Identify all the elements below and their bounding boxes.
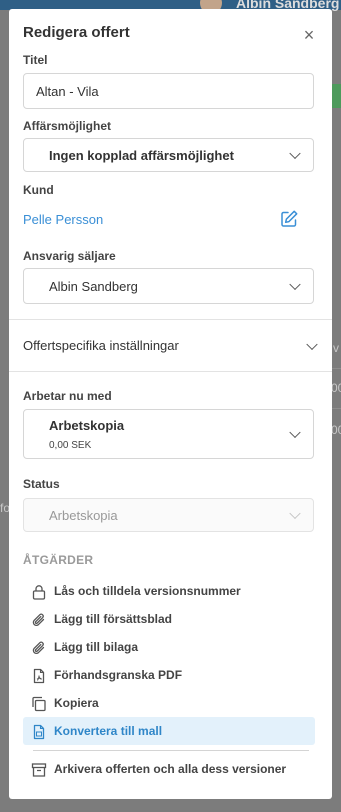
lock-version-action[interactable]: Lås och tilldela versionsnummer — [23, 577, 315, 605]
edit-icon[interactable] — [279, 209, 299, 229]
opportunity-label: Affärsmöjlighet — [23, 119, 112, 133]
section-divider — [9, 371, 332, 372]
seller-label: Ansvarig säljare — [23, 249, 116, 263]
actions-header: ÅTGÄRDER — [23, 553, 94, 567]
quote-settings-label: Offertspecifika inställningar — [23, 338, 179, 353]
background-fragment: 00 — [331, 381, 341, 395]
action-label: Förhandsgranska PDF — [54, 668, 183, 682]
status-label: Status — [23, 477, 60, 491]
status-select-value: Arbetskopia — [49, 508, 118, 523]
title-input[interactable]: Altan - Vila — [23, 73, 314, 109]
action-label: Konvertera till mall — [54, 724, 163, 738]
working-version-amount: 0,00 SEK — [49, 440, 92, 451]
background-green-button — [332, 84, 341, 108]
lock-icon — [32, 585, 46, 600]
paperclip-icon — [32, 613, 45, 627]
customer-link[interactable]: Pelle Persson — [23, 212, 103, 227]
background-fragment: 00 — [331, 423, 341, 437]
close-icon[interactable]: × — [299, 25, 319, 45]
convert-to-template-action[interactable]: Konvertera till mall — [23, 717, 315, 745]
quote-settings-toggle[interactable]: Offertspecifika inställningar — [23, 337, 318, 355]
customer-label: Kund — [23, 183, 54, 197]
copy-action[interactable]: Kopiera — [23, 689, 315, 717]
working-version-name: Arbetskopia — [49, 418, 125, 433]
working-version-select[interactable]: Arbetskopia 0,00 SEK — [23, 409, 314, 459]
chevron-down-icon — [289, 147, 301, 160]
action-label: Lås och tilldela versionsnummer — [54, 584, 241, 598]
section-divider — [9, 319, 332, 320]
add-cover-page-action[interactable]: Lägg till försättsblad — [23, 605, 315, 633]
opportunity-select[interactable]: Ingen kopplad affärsmöjlighet — [23, 138, 314, 172]
background-divider — [331, 368, 341, 369]
action-label: Lägg till försättsblad — [54, 612, 173, 626]
add-attachment-action[interactable]: Lägg till bilaga — [23, 633, 315, 661]
pdf-file-icon — [33, 668, 45, 684]
archive-action[interactable]: Arkivera offerten och alla dess versione… — [23, 755, 315, 783]
panel-title: Redigera offert — [23, 24, 130, 41]
chevron-down-icon — [289, 278, 301, 291]
action-label: Arkivera offerten och alla dess versione… — [54, 762, 287, 776]
working-on-label: Arbetar nu med — [23, 389, 112, 403]
action-label: Kopiera — [54, 696, 99, 710]
seller-select-value: Albin Sandberg — [49, 279, 138, 294]
background-fragment: v — [333, 341, 339, 355]
background-divider — [331, 408, 341, 409]
template-file-icon — [33, 724, 45, 740]
title-label: Titel — [23, 53, 48, 67]
title-input-value: Altan - Vila — [36, 84, 99, 99]
actions-separator — [33, 750, 309, 751]
status-select: Arbetskopia — [23, 498, 314, 532]
paperclip-icon — [32, 641, 45, 655]
chevron-down-icon — [289, 426, 301, 439]
opportunity-select-value: Ingen kopplad affärsmöjlighet — [49, 148, 234, 163]
chevron-down-icon — [289, 507, 301, 520]
preview-pdf-action[interactable]: Förhandsgranska PDF — [23, 661, 315, 689]
seller-select[interactable]: Albin Sandberg — [23, 268, 314, 304]
edit-quote-panel: Redigera offert × Titel Altan - Vila Aff… — [9, 9, 332, 799]
action-label: Lägg till bilaga — [54, 640, 139, 654]
copy-icon — [32, 696, 46, 712]
archive-icon — [31, 763, 47, 777]
chevron-down-icon — [306, 338, 318, 351]
